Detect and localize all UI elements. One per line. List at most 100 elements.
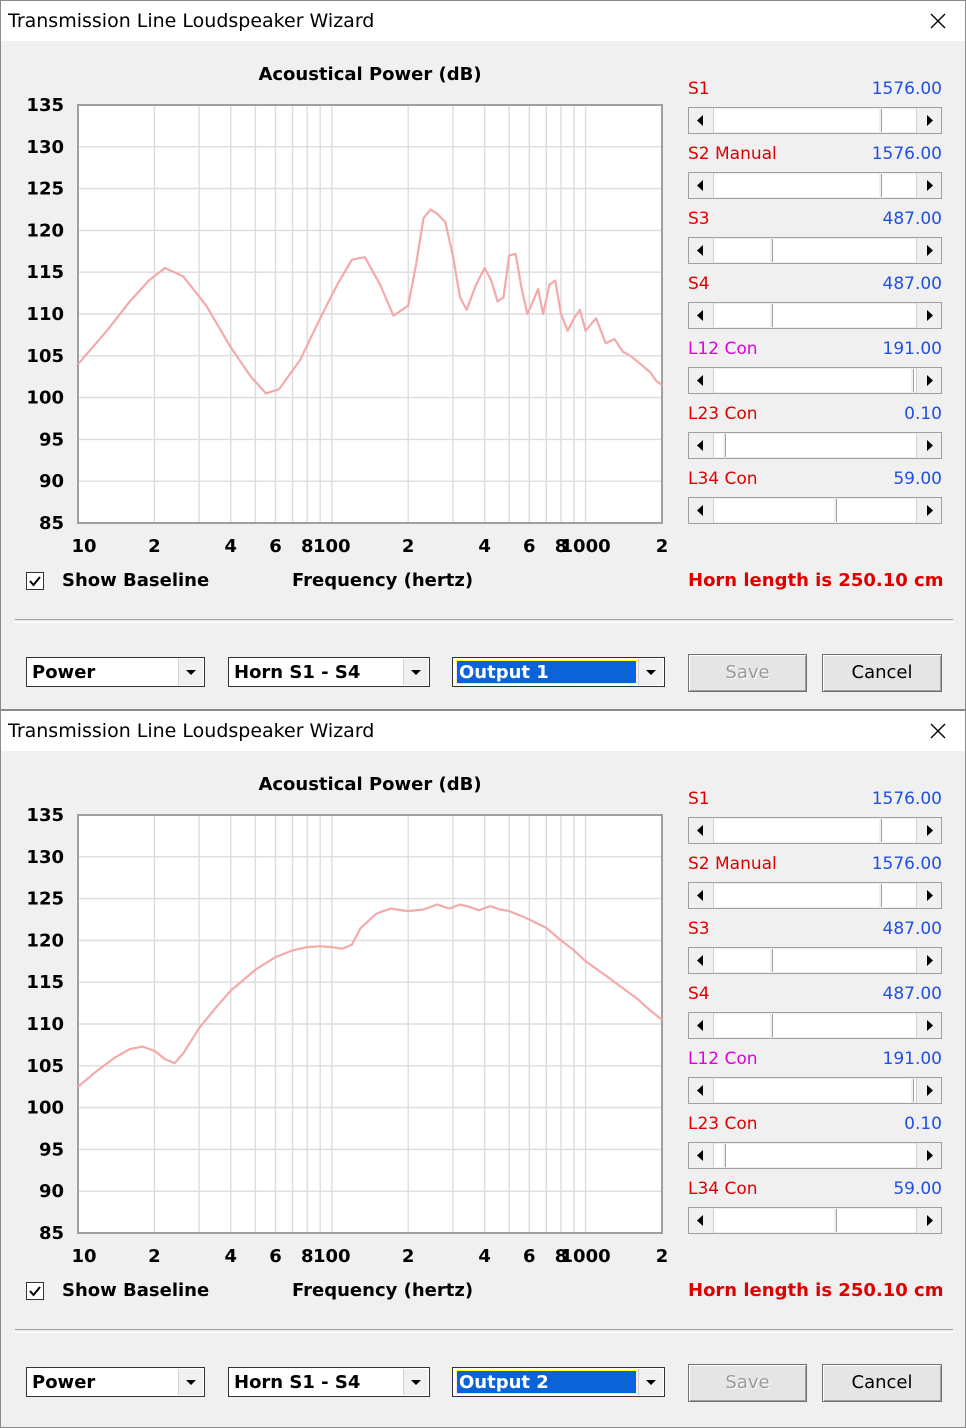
slider-scrollbar[interactable] [688,817,942,844]
chevron-down-icon[interactable] [403,1369,428,1395]
slider-scrollbar[interactable] [688,367,942,394]
slider-track[interactable] [714,304,916,327]
slider-scrollbar[interactable] [688,237,942,264]
slider-track[interactable] [714,1014,916,1037]
slider-scrollbar[interactable] [688,107,942,134]
slider-track[interactable] [714,1079,916,1102]
slider-thumb[interactable] [768,1014,773,1037]
scroll-left-icon[interactable] [689,433,714,458]
scroll-right-icon[interactable] [916,368,941,393]
save-button[interactable]: Save [688,654,807,692]
slider-scrollbar[interactable] [688,1142,942,1169]
slider-thumb[interactable] [877,174,882,197]
show-baseline-checkbox[interactable] [26,572,44,590]
slider-track[interactable] [714,109,916,132]
slider-value: 59.00 [893,469,942,489]
slider-track[interactable] [714,499,916,522]
scroll-right-icon[interactable] [916,173,941,198]
scroll-left-icon[interactable] [689,818,714,843]
save-button[interactable]: Save [688,1364,807,1402]
show-baseline-label[interactable]: Show Baseline [62,570,209,591]
slider-scrollbar[interactable] [688,432,942,459]
chevron-down-icon[interactable] [403,659,428,685]
scroll-left-icon[interactable] [689,948,714,973]
cancel-button[interactable]: Cancel [822,654,942,692]
scroll-left-icon[interactable] [689,1208,714,1233]
slider-track[interactable] [714,1144,916,1167]
cancel-button[interactable]: Cancel [822,1364,942,1402]
slider-scrollbar[interactable] [688,1012,942,1039]
slider-thumb[interactable] [909,1079,914,1102]
power-chart: Acoustical Power (dB) 85 90 95 100 105 110 115 1… [26,774,668,1267]
slider-thumb[interactable] [768,949,773,972]
slider-track[interactable] [714,1209,916,1232]
slider-track[interactable] [714,369,916,392]
scroll-right-icon[interactable] [916,818,941,843]
slider-scrollbar[interactable] [688,882,942,909]
section-combo[interactable]: Horn S1 - S4 [228,657,430,687]
slider-thumb[interactable] [768,239,773,262]
scroll-right-icon[interactable] [916,883,941,908]
chevron-down-icon[interactable] [178,1369,203,1395]
slider-scrollbar[interactable] [688,497,942,524]
slider-thumb[interactable] [722,434,727,457]
scroll-right-icon[interactable] [916,238,941,263]
slider-track[interactable] [714,434,916,457]
scroll-left-icon[interactable] [689,498,714,523]
scroll-right-icon[interactable] [916,1013,941,1038]
scroll-right-icon[interactable] [916,1208,941,1233]
output-combo[interactable]: Output 2 [452,1367,665,1397]
slider-scrollbar[interactable] [688,302,942,329]
scroll-left-icon[interactable] [689,303,714,328]
window-title: Transmission Line Loudspeaker Wizard [8,720,375,742]
scroll-left-icon[interactable] [689,1078,714,1103]
slider-scrollbar[interactable] [688,947,942,974]
scroll-left-icon[interactable] [689,173,714,198]
scroll-right-icon[interactable] [916,303,941,328]
slider-thumb[interactable] [833,499,838,522]
y-tick-label: 120 [26,220,64,241]
slider-thumb[interactable] [833,1209,838,1232]
scroll-right-icon[interactable] [916,948,941,973]
output-combo[interactable]: Output 1 [452,657,665,687]
x-tick-label: 4 [225,536,238,557]
slider-track[interactable] [714,949,916,972]
scroll-left-icon[interactable] [689,108,714,133]
chevron-down-icon[interactable] [178,659,203,685]
x-tick-label: 2 [148,536,161,557]
scroll-right-icon[interactable] [916,1078,941,1103]
scroll-right-icon[interactable] [916,433,941,458]
scroll-left-icon[interactable] [689,883,714,908]
close-icon[interactable] [921,715,955,747]
scroll-right-icon[interactable] [916,1143,941,1168]
chevron-down-icon[interactable] [638,1369,663,1395]
slider-track[interactable] [714,819,916,842]
slider-track[interactable] [714,239,916,262]
slider-thumb[interactable] [909,369,914,392]
slider-thumb[interactable] [877,819,882,842]
show-baseline-label[interactable]: Show Baseline [62,1280,209,1301]
horn-length-text: Horn length is 250.10 cm [688,570,944,591]
slider-scrollbar[interactable] [688,172,942,199]
scroll-right-icon[interactable] [916,108,941,133]
scroll-left-icon[interactable] [689,1013,714,1038]
scroll-left-icon[interactable] [689,238,714,263]
chevron-down-icon[interactable] [638,659,663,685]
slider-scrollbar[interactable] [688,1077,942,1104]
scroll-left-icon[interactable] [689,1143,714,1168]
slider-track[interactable] [714,174,916,197]
show-baseline-checkbox[interactable] [26,1282,44,1300]
close-icon[interactable] [921,5,955,37]
slider-label: S3 [688,919,710,939]
slider-thumb[interactable] [768,304,773,327]
slider-thumb[interactable] [877,109,882,132]
scroll-left-icon[interactable] [689,368,714,393]
type-combo[interactable]: Power [26,1367,205,1397]
scroll-right-icon[interactable] [916,498,941,523]
slider-track[interactable] [714,884,916,907]
slider-thumb[interactable] [877,884,882,907]
slider-thumb[interactable] [722,1144,727,1167]
type-combo[interactable]: Power [26,657,205,687]
section-combo[interactable]: Horn S1 - S4 [228,1367,430,1397]
slider-scrollbar[interactable] [688,1207,942,1234]
